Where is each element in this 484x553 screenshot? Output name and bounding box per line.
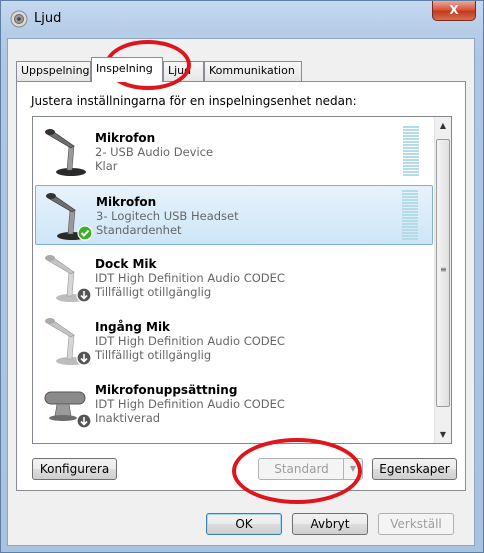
device-status: Tillfälligt otillgänglig	[95, 348, 212, 362]
device-item-selected[interactable]: Mikrofon 3- Logitech USB Headset Standar…	[35, 185, 433, 245]
close-button[interactable]: X	[432, 1, 476, 21]
set-default-button[interactable]: Standard ▼	[258, 458, 363, 480]
device-description: IDT High Definition Audio CODEC	[95, 271, 285, 285]
tab-panel-inspelning: Justera inställningarna för en inspelnin…	[16, 81, 466, 491]
set-default-label: Standard	[274, 462, 329, 476]
cancel-button[interactable]: Avbryt	[292, 513, 368, 535]
device-description: IDT High Definition Audio CODEC	[95, 334, 285, 348]
properties-button[interactable]: Egenskaper	[372, 458, 457, 480]
chevron-down-icon[interactable]: ▼	[343, 459, 362, 479]
microphone-array-icon	[44, 391, 92, 429]
apply-button[interactable]: Verkställ	[378, 513, 454, 535]
tab-uppspelning[interactable]: Uppspelning	[16, 61, 91, 81]
grip-icon: ≡	[440, 265, 447, 274]
configure-button[interactable]: Konfigurera	[32, 458, 117, 480]
device-name: Mikrofon	[96, 195, 157, 209]
device-name: Mikrofon	[95, 131, 156, 145]
device-description: 2- USB Audio Device	[95, 145, 214, 159]
tab-ljud[interactable]: Ljud	[163, 61, 204, 81]
scroll-up-icon[interactable]: ▲	[435, 117, 451, 134]
device-name: Dock Mik	[95, 257, 157, 271]
microphone-disabled-icon	[45, 255, 92, 303]
title-bar[interactable]: Ljud X	[0, 0, 484, 38]
dialog-client-area: Uppspelning Inspelning Ljud Kommunikatio…	[7, 38, 475, 546]
microphone-disabled-icon	[45, 318, 92, 366]
tab-kommunikation[interactable]: Kommunikation	[204, 61, 302, 81]
level-meter	[402, 190, 418, 242]
microphone-default-icon	[46, 193, 93, 241]
device-status: Standardenhet	[96, 223, 182, 237]
device-item[interactable]: Mikrofon 2- USB Audio Device Klar	[35, 122, 433, 182]
device-status: Inaktiverad	[95, 411, 161, 425]
vertical-scrollbar[interactable]: ▲ ≡ ▼	[434, 117, 451, 443]
device-name: Mikrofonuppsättning	[95, 383, 238, 397]
device-item[interactable]: Mikrofonuppsättning IDT High Definition …	[35, 374, 433, 434]
device-name: Ingång Mik	[95, 320, 171, 334]
device-list[interactable]: Mikrofon 2- USB Audio Device Klar Mikrof…	[32, 116, 452, 444]
scroll-down-icon[interactable]: ▼	[435, 426, 451, 443]
scrollbar-thumb[interactable]: ≡	[436, 139, 450, 407]
microphone-icon	[45, 129, 86, 176]
level-meter	[403, 126, 419, 178]
speaker-icon	[10, 10, 28, 28]
device-description: IDT High Definition Audio CODEC	[95, 397, 285, 411]
ok-button[interactable]: OK	[206, 513, 282, 535]
device-item[interactable]: Dock Mik IDT High Definition Audio CODEC…	[35, 248, 433, 308]
device-description: 3- Logitech USB Headset	[96, 209, 239, 223]
device-status: Tillfälligt otillgänglig	[95, 285, 212, 299]
tab-inspelning[interactable]: Inspelning	[91, 57, 163, 82]
device-item[interactable]: Ingång Mik IDT High Definition Audio COD…	[35, 311, 433, 371]
instruction-text: Justera inställningarna för en inspelnin…	[31, 94, 357, 108]
device-status: Klar	[95, 159, 118, 173]
window-title: Ljud	[34, 11, 62, 26]
